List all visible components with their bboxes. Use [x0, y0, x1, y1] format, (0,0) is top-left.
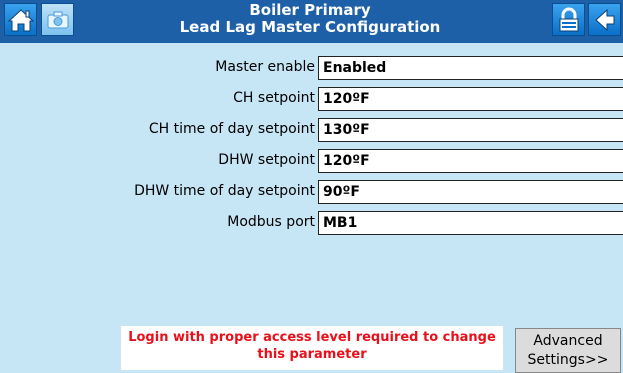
field-row-dhw-tod-setpoint: DHW time of day setpoint 90ºF [0, 180, 623, 206]
page-title: Boiler Primary Lead Lag Master Configura… [130, 2, 490, 36]
field-row-master-enable: Master enable Enabled [0, 56, 623, 82]
home-icon [7, 8, 34, 31]
title-line-2: Lead Lag Master Configuration [179, 18, 441, 36]
header-bar: Boiler Primary Lead Lag Master Configura… [0, 0, 623, 43]
access-warning: Login with proper access level required … [121, 326, 503, 370]
home-button[interactable] [4, 3, 37, 36]
field-label: CH time of day setpoint [148, 121, 315, 137]
back-button[interactable] [588, 3, 621, 36]
ch-setpoint-field[interactable]: 120ºF [318, 87, 623, 111]
field-label: DHW setpoint [218, 152, 315, 168]
field-row-modbus-port: Modbus port MB1 [0, 211, 623, 237]
dhw-setpoint-field[interactable]: 120ºF [318, 149, 623, 173]
advanced-label-line2: Settings>> [527, 352, 609, 368]
modbus-port-field[interactable]: MB1 [318, 211, 623, 235]
lock-button[interactable] [552, 3, 585, 36]
lock-icon [559, 7, 578, 31]
field-label: DHW time of day setpoint [134, 183, 315, 199]
advanced-settings-button[interactable]: Advanced Settings>> [515, 328, 621, 373]
dhw-tod-setpoint-field[interactable]: 90ºF [318, 180, 623, 204]
field-label: CH setpoint [233, 90, 315, 106]
ch-tod-setpoint-field[interactable]: 130ºF [318, 118, 623, 142]
field-label: Modbus port [227, 214, 315, 230]
title-line-1: Boiler Primary [249, 1, 371, 19]
camera-button[interactable] [41, 3, 74, 36]
advanced-label-line1: Advanced [533, 333, 603, 349]
field-row-ch-tod-setpoint: CH time of day setpoint 130ºF [0, 118, 623, 144]
master-enable-field[interactable]: Enabled [318, 56, 623, 80]
field-label: Master enable [215, 59, 315, 75]
field-row-dhw-setpoint: DHW setpoint 120ºF [0, 149, 623, 175]
camera-icon [47, 11, 68, 28]
back-arrow-icon [594, 8, 614, 31]
field-row-ch-setpoint: CH setpoint 120ºF [0, 87, 623, 113]
